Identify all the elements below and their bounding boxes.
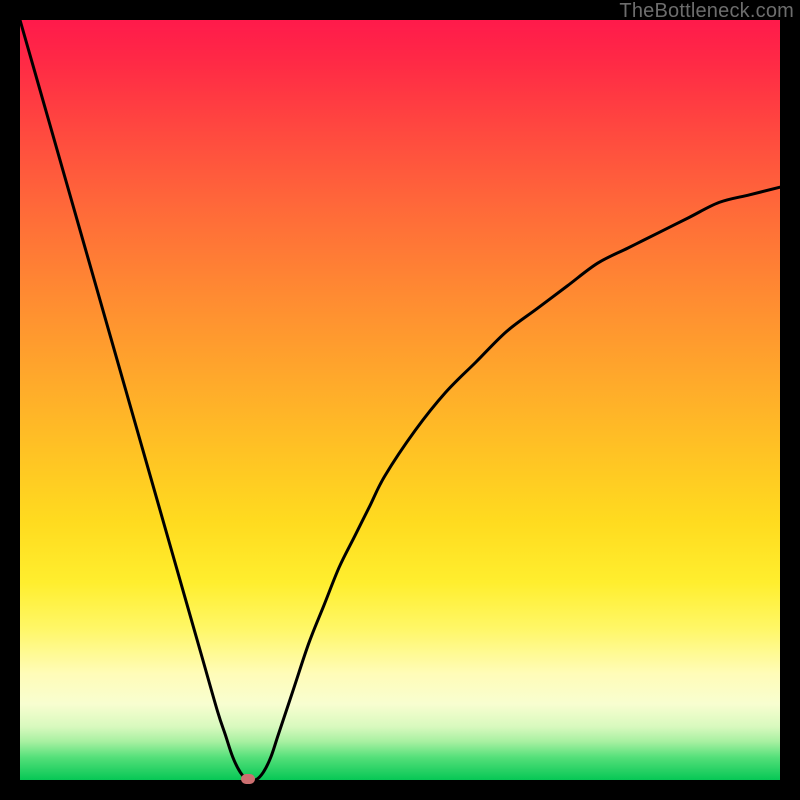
bottleneck-curve xyxy=(20,20,780,780)
plot-area xyxy=(20,20,780,780)
optimum-marker xyxy=(241,774,255,784)
chart-frame: TheBottleneck.com xyxy=(0,0,800,800)
